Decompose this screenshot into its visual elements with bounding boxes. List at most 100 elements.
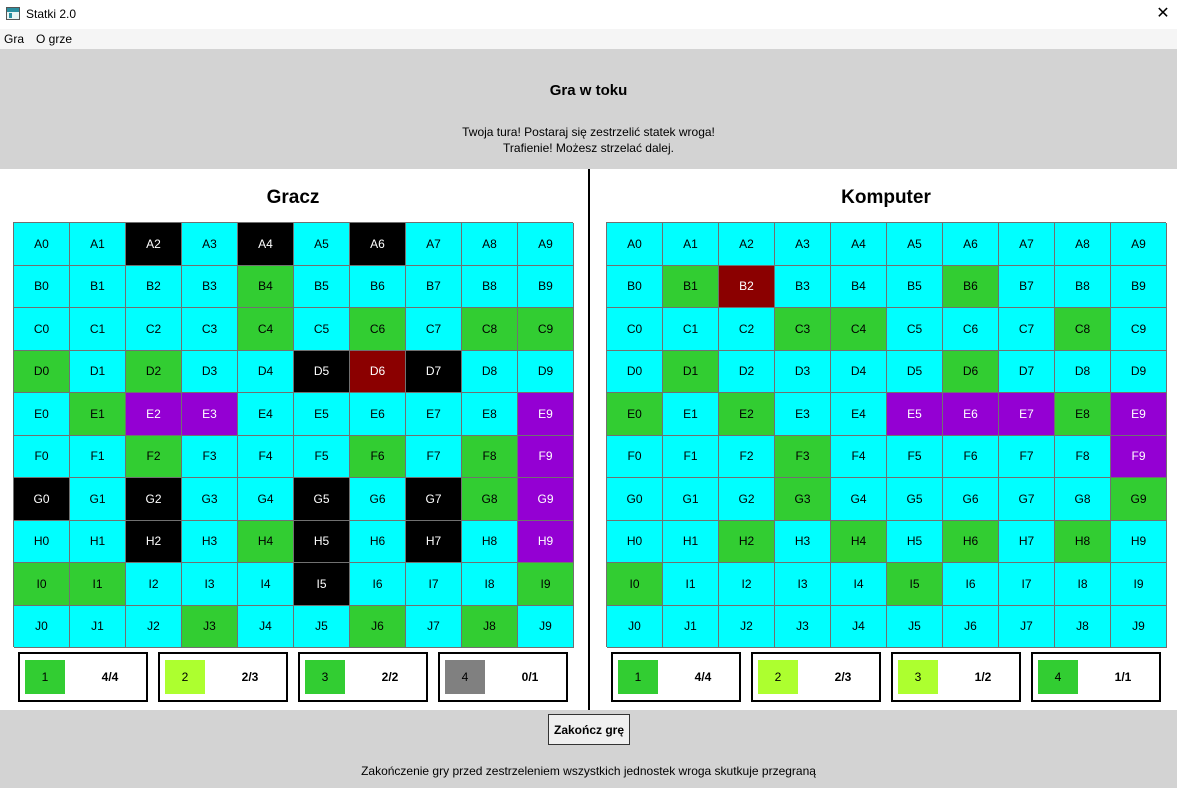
player-cell-C7[interactable]: C7 [406,308,462,351]
player-cell-G3[interactable]: G3 [182,478,238,521]
player-cell-E8[interactable]: E8 [462,393,518,436]
computer-cell-C5[interactable]: C5 [887,308,943,351]
player-cell-F4[interactable]: F4 [238,435,294,478]
computer-cell-I8[interactable]: I8 [1055,563,1111,606]
computer-cell-G3[interactable]: G3 [775,478,831,521]
player-cell-A1[interactable]: A1 [70,223,126,266]
player-cell-H7[interactable]: H7 [406,520,462,563]
computer-cell-H1[interactable]: H1 [663,520,719,563]
computer-cell-J6[interactable]: J6 [943,605,999,648]
computer-cell-B9[interactable]: B9 [1111,265,1167,308]
computer-cell-G9[interactable]: G9 [1111,478,1167,521]
player-cell-B7[interactable]: B7 [406,265,462,308]
computer-cell-G6[interactable]: G6 [943,478,999,521]
player-cell-C1[interactable]: C1 [70,308,126,351]
player-cell-C3[interactable]: C3 [182,308,238,351]
player-cell-I0[interactable]: I0 [14,563,70,606]
computer-cell-H9[interactable]: H9 [1111,520,1167,563]
player-cell-B0[interactable]: B0 [14,265,70,308]
computer-cell-J7[interactable]: J7 [999,605,1055,648]
computer-cell-G5[interactable]: G5 [887,478,943,521]
player-cell-H4[interactable]: H4 [238,520,294,563]
player-cell-H6[interactable]: H6 [350,520,406,563]
computer-cell-D5[interactable]: D5 [887,350,943,393]
computer-cell-H3[interactable]: H3 [775,520,831,563]
player-cell-E1[interactable]: E1 [70,393,126,436]
player-cell-F1[interactable]: F1 [70,435,126,478]
player-cell-F9[interactable]: F9 [518,435,574,478]
computer-cell-D4[interactable]: D4 [831,350,887,393]
player-cell-C6[interactable]: C6 [350,308,406,351]
computer-cell-F1[interactable]: F1 [663,435,719,478]
computer-cell-H6[interactable]: H6 [943,520,999,563]
player-cell-B1[interactable]: B1 [70,265,126,308]
player-cell-I8[interactable]: I8 [462,563,518,606]
computer-cell-G1[interactable]: G1 [663,478,719,521]
computer-cell-D3[interactable]: D3 [775,350,831,393]
computer-cell-D1[interactable]: D1 [663,350,719,393]
computer-cell-I9[interactable]: I9 [1111,563,1167,606]
player-cell-G7[interactable]: G7 [406,478,462,521]
computer-cell-E0[interactable]: E0 [607,393,663,436]
player-cell-I5[interactable]: I5 [294,563,350,606]
player-cell-I9[interactable]: I9 [518,563,574,606]
computer-cell-A6[interactable]: A6 [943,223,999,266]
player-cell-F7[interactable]: F7 [406,435,462,478]
player-cell-H0[interactable]: H0 [14,520,70,563]
player-cell-D6[interactable]: D6 [350,350,406,393]
computer-cell-F5[interactable]: F5 [887,435,943,478]
computer-cell-E4[interactable]: E4 [831,393,887,436]
computer-cell-H8[interactable]: H8 [1055,520,1111,563]
computer-cell-B8[interactable]: B8 [1055,265,1111,308]
player-cell-B6[interactable]: B6 [350,265,406,308]
player-cell-D5[interactable]: D5 [294,350,350,393]
computer-cell-A2[interactable]: A2 [719,223,775,266]
player-cell-I6[interactable]: I6 [350,563,406,606]
player-cell-E9[interactable]: E9 [518,393,574,436]
player-cell-I3[interactable]: I3 [182,563,238,606]
computer-cell-B1[interactable]: B1 [663,265,719,308]
computer-cell-C4[interactable]: C4 [831,308,887,351]
player-cell-A2[interactable]: A2 [126,223,182,266]
computer-cell-J9[interactable]: J9 [1111,605,1167,648]
computer-cell-A4[interactable]: A4 [831,223,887,266]
player-cell-F8[interactable]: F8 [462,435,518,478]
computer-cell-E6[interactable]: E6 [943,393,999,436]
computer-cell-F9[interactable]: F9 [1111,435,1167,478]
player-cell-I7[interactable]: I7 [406,563,462,606]
computer-cell-A7[interactable]: A7 [999,223,1055,266]
player-cell-C8[interactable]: C8 [462,308,518,351]
player-cell-A0[interactable]: A0 [14,223,70,266]
player-cell-J7[interactable]: J7 [406,605,462,648]
menu-gra[interactable]: Gra [4,32,24,46]
computer-cell-A1[interactable]: A1 [663,223,719,266]
computer-cell-J5[interactable]: J5 [887,605,943,648]
player-cell-F5[interactable]: F5 [294,435,350,478]
computer-cell-J0[interactable]: J0 [607,605,663,648]
computer-cell-E3[interactable]: E3 [775,393,831,436]
computer-cell-D9[interactable]: D9 [1111,350,1167,393]
computer-cell-G7[interactable]: G7 [999,478,1055,521]
player-cell-I1[interactable]: I1 [70,563,126,606]
computer-cell-C3[interactable]: C3 [775,308,831,351]
player-cell-A9[interactable]: A9 [518,223,574,266]
player-cell-J0[interactable]: J0 [14,605,70,648]
player-cell-B5[interactable]: B5 [294,265,350,308]
player-cell-D2[interactable]: D2 [126,350,182,393]
computer-cell-C2[interactable]: C2 [719,308,775,351]
player-cell-A3[interactable]: A3 [182,223,238,266]
player-cell-F2[interactable]: F2 [126,435,182,478]
computer-cell-E1[interactable]: E1 [663,393,719,436]
player-cell-G5[interactable]: G5 [294,478,350,521]
computer-cell-C6[interactable]: C6 [943,308,999,351]
player-cell-C4[interactable]: C4 [238,308,294,351]
computer-cell-I2[interactable]: I2 [719,563,775,606]
player-cell-J8[interactable]: J8 [462,605,518,648]
player-cell-E7[interactable]: E7 [406,393,462,436]
computer-cell-D7[interactable]: D7 [999,350,1055,393]
computer-cell-D2[interactable]: D2 [719,350,775,393]
end-game-button[interactable]: Zakończ grę [548,714,630,745]
close-icon[interactable]: ✕ [1152,3,1174,25]
computer-cell-F4[interactable]: F4 [831,435,887,478]
player-cell-G6[interactable]: G6 [350,478,406,521]
